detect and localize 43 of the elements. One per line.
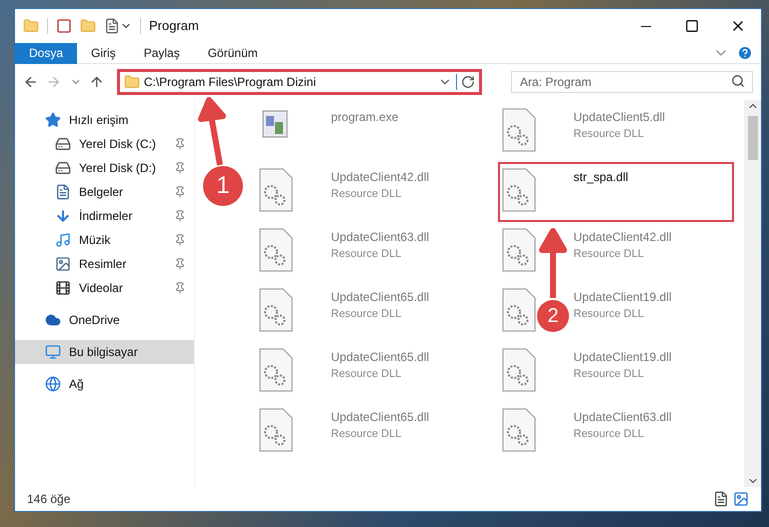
address-bar[interactable]: C:\Program Files\Program Dizini xyxy=(116,69,482,95)
file-type: Resource DLL xyxy=(331,307,402,322)
sidebar-item[interactable]: İndirmeler xyxy=(15,204,194,228)
file-type: Resource DLL xyxy=(331,187,402,202)
selection-frame[interactable]: str_spa.dll xyxy=(498,162,734,222)
sidebar-item[interactable]: Ağ xyxy=(15,372,194,396)
window-title: Program xyxy=(149,17,199,36)
sidebar-item[interactable]: Belgeler xyxy=(15,180,194,204)
file-name: UpdateClient42.dll xyxy=(331,169,430,186)
file-type: Resource DLL xyxy=(331,367,402,382)
file-name: UpdateClient5.dll xyxy=(574,109,665,126)
ribbon-tab[interactable]: Paylaş xyxy=(130,42,194,64)
ribbon-tab[interactable]: Giriş xyxy=(77,42,130,64)
file-name: UpdateClient63.dll xyxy=(574,409,672,426)
file-name: str_spa.dll xyxy=(574,169,628,186)
ribbon-tab[interactable]: Görünüm xyxy=(194,42,272,64)
file-type: Resource DLL xyxy=(331,247,402,262)
file-type: Resource DLL xyxy=(331,427,402,442)
file-name: UpdateClient19.dll xyxy=(574,289,672,306)
file-name: UpdateClient19.dll xyxy=(574,349,672,366)
sidebar-item[interactable]: Resimler xyxy=(15,252,194,276)
ribbon-tab[interactable]: Dosya xyxy=(15,42,78,64)
address-path: C:\Program Files\Program Dizini xyxy=(144,74,317,91)
file-type: Resource DLL xyxy=(574,427,645,442)
file-name: UpdateClient65.dll xyxy=(331,349,430,366)
file-type: Resource DLL xyxy=(574,247,645,262)
item-count: 146 öğe xyxy=(27,491,70,508)
sidebar-item[interactable]: Müzik xyxy=(15,228,194,252)
sidebar-item[interactable]: Videolar xyxy=(15,276,194,300)
file-name: UpdateClient65.dll xyxy=(331,289,430,306)
file-name: UpdateClient42.dll xyxy=(574,229,672,246)
sidebar-item[interactable]: Hızlı erişim xyxy=(15,108,194,132)
sidebar-item[interactable]: Yerel Disk (D:) xyxy=(15,156,194,180)
file-name: UpdateClient63.dll xyxy=(331,229,430,246)
file-name: UpdateClient65.dll xyxy=(331,409,430,426)
sidebar-item[interactable]: Yerel Disk (C:) xyxy=(15,132,194,156)
search-field[interactable]: Ara: Program xyxy=(511,71,754,93)
file-name: program.exe xyxy=(331,109,398,126)
file-type: Resource DLL xyxy=(574,307,645,322)
file-type: Resource DLL xyxy=(574,127,645,142)
sidebar-item[interactable]: OneDrive xyxy=(15,308,194,332)
sidebar-item[interactable]: Bu bilgisayar xyxy=(15,340,194,364)
file-type: Resource DLL xyxy=(574,367,645,382)
